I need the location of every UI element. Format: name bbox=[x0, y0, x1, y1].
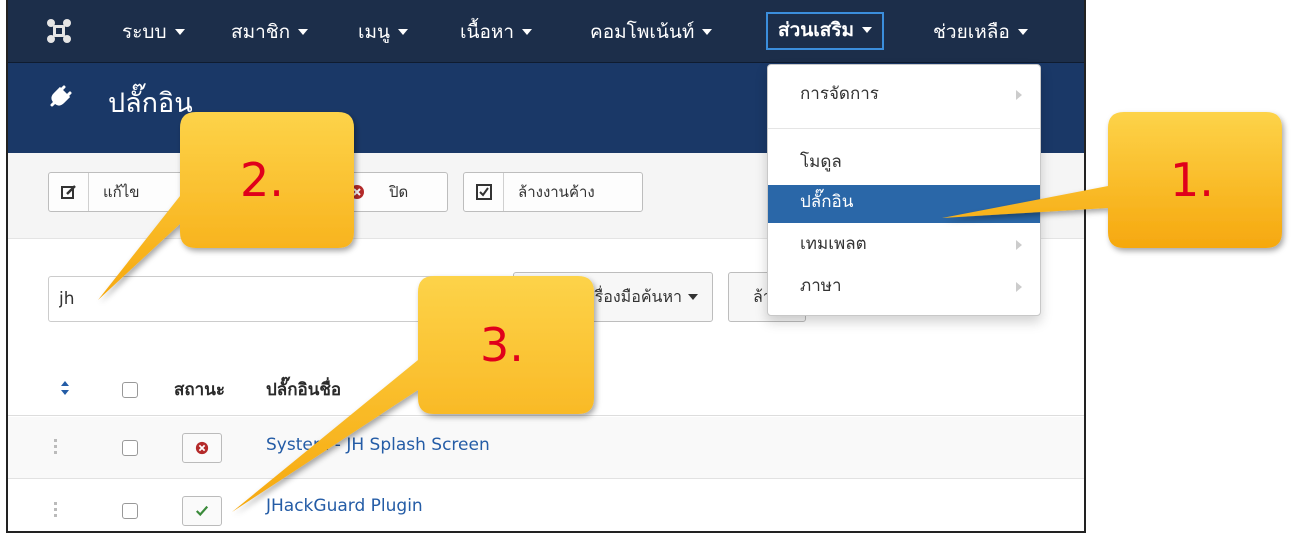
disable-button-label: ปิด bbox=[389, 183, 409, 201]
caret-down-icon bbox=[398, 29, 409, 35]
row-checkbox[interactable] bbox=[122, 503, 138, 519]
menu-item-label: การจัดการ bbox=[800, 84, 879, 104]
menu-item-label: โมดูล bbox=[800, 152, 842, 172]
caret-down-icon bbox=[174, 29, 185, 35]
checkbox-check-icon bbox=[464, 173, 504, 211]
callout-1-label: 1. bbox=[1170, 153, 1214, 207]
caret-down-icon bbox=[522, 29, 533, 35]
disable-button[interactable]: ปิด bbox=[338, 172, 448, 212]
submenu-arrow-icon bbox=[1016, 282, 1022, 292]
caret-down-icon bbox=[1017, 29, 1028, 35]
page-title: ปลั๊กอิน bbox=[108, 88, 193, 119]
nav-components-label: คอมโพเน้นท์ bbox=[590, 21, 695, 43]
menu-item-manage[interactable]: การจัดการ bbox=[768, 77, 1040, 115]
search-tools-button[interactable]: เครื่องมือค้นหา bbox=[513, 272, 713, 322]
caret-down-icon bbox=[702, 29, 713, 35]
caret-down-icon bbox=[862, 27, 873, 33]
nav-content[interactable]: เนื้อหา bbox=[460, 20, 533, 48]
menu-divider bbox=[768, 128, 1040, 129]
joomla-admin-window: ระบบ สมาชิก เมนู เนื้อหา คอมโพเน้นท์ ส่ว… bbox=[6, 0, 1086, 533]
edit-button-label: แก้ไข bbox=[103, 183, 140, 201]
nav-system[interactable]: ระบบ bbox=[122, 20, 185, 48]
status-column-header[interactable]: สถานะ bbox=[174, 376, 225, 403]
top-navbar: ระบบ สมาชิก เมนู เนื้อหา คอมโพเน้นท์ ส่ว… bbox=[8, 0, 1084, 63]
nav-users[interactable]: สมาชิก bbox=[231, 20, 309, 48]
menu-item-label: เทมเพลต bbox=[800, 234, 867, 254]
menu-item-plugins[interactable]: ปลั๊กอิน bbox=[768, 185, 1040, 223]
nav-help[interactable]: ช่วยเหลือ bbox=[933, 20, 1028, 48]
submenu-arrow-icon bbox=[1016, 240, 1022, 250]
sort-icon[interactable] bbox=[60, 380, 70, 396]
search-tools-label: เครื่องมือค้นหา bbox=[578, 286, 682, 306]
caret-down-icon bbox=[688, 294, 698, 300]
drag-handle-icon[interactable] bbox=[54, 502, 60, 522]
plugin-name-link[interactable]: JHackGuard Plugin bbox=[266, 496, 423, 516]
nav-menus-label: เมนู bbox=[358, 21, 391, 43]
drag-handle-icon[interactable] bbox=[54, 439, 60, 459]
table-header: สถานะ ปลั๊กอินชื่อ bbox=[8, 360, 1084, 416]
nav-content-label: เนื้อหา bbox=[460, 21, 515, 43]
nav-extensions-label: ส่วนเสริม bbox=[778, 19, 855, 41]
menu-item-label: ปลั๊กอิน bbox=[800, 192, 854, 212]
nav-components[interactable]: คอมโพเน้นท์ bbox=[590, 20, 713, 48]
search-button[interactable] bbox=[426, 276, 494, 322]
table-row: JHackGuard Plugin bbox=[8, 480, 1084, 531]
joomla-logo-icon[interactable] bbox=[44, 16, 74, 46]
edit-icon bbox=[49, 173, 89, 211]
status-toggle-button[interactable] bbox=[182, 496, 222, 526]
published-check-icon bbox=[195, 505, 209, 517]
nav-menus[interactable]: เมนู bbox=[358, 20, 409, 48]
menu-item-templates[interactable]: เทมเพลต bbox=[768, 227, 1040, 265]
menu-item-languages[interactable]: ภาษา bbox=[768, 269, 1040, 307]
caret-down-icon bbox=[298, 29, 309, 35]
submenu-arrow-icon bbox=[1016, 90, 1022, 100]
checkin-button[interactable]: ล้างงานค้าง bbox=[463, 172, 643, 212]
nav-extensions[interactable]: ส่วนเสริม bbox=[766, 12, 885, 50]
plugin-name-link[interactable]: System - JH Splash Screen bbox=[266, 435, 490, 455]
menu-item-label: ภาษา bbox=[800, 276, 842, 296]
nav-system-label: ระบบ bbox=[122, 21, 167, 43]
status-toggle-button[interactable] bbox=[182, 433, 222, 463]
checkin-button-label: ล้างงานค้าง bbox=[518, 183, 595, 201]
select-all-checkbox[interactable] bbox=[122, 382, 138, 398]
name-column-header[interactable]: ปลั๊กอินชื่อ bbox=[266, 376, 341, 403]
edit-button[interactable]: แก้ไข bbox=[48, 172, 198, 212]
disable-icon bbox=[339, 173, 375, 211]
menu-item-modules[interactable]: โมดูล bbox=[768, 145, 1040, 183]
nav-users-label: สมาชิก bbox=[231, 21, 291, 43]
row-checkbox[interactable] bbox=[122, 440, 138, 456]
unpublished-icon bbox=[195, 441, 209, 455]
nav-help-label: ช่วยเหลือ bbox=[933, 21, 1010, 43]
plug-icon bbox=[50, 85, 72, 107]
table-row: System - JH Splash Screen bbox=[8, 417, 1084, 479]
extensions-dropdown-menu: การจัดการ โมดูล ปลั๊กอิน เทมเพลต ภาษา bbox=[767, 64, 1041, 316]
